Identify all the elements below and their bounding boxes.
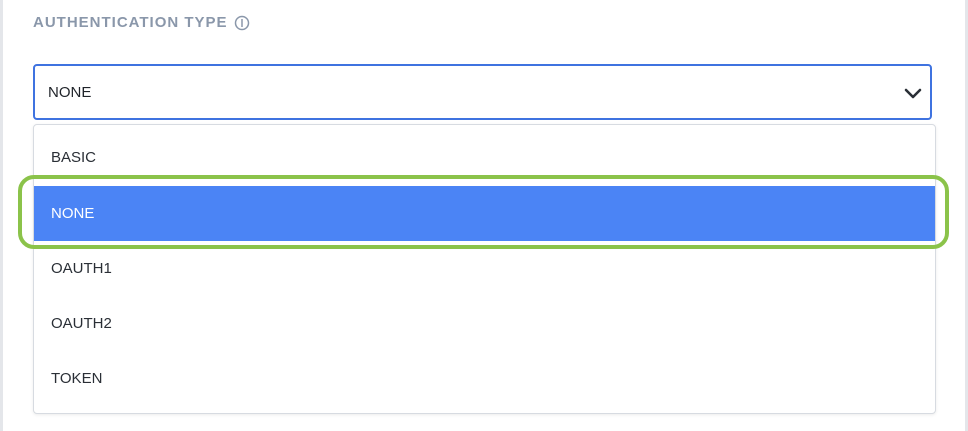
authentication-type-label: AUTHENTICATION TYPE bbox=[33, 14, 250, 31]
authentication-type-dropdown-menu: BASIC NONE OAUTH1 OAUTH2 TOKEN bbox=[33, 124, 936, 414]
option-label: OAUTH2 bbox=[51, 315, 112, 332]
chevron-down-icon[interactable] bbox=[903, 85, 923, 101]
option-none[interactable]: NONE bbox=[34, 186, 935, 241]
option-oauth2[interactable]: OAUTH2 bbox=[34, 296, 935, 351]
info-circle-icon[interactable] bbox=[234, 15, 250, 31]
option-label: BASIC bbox=[51, 149, 97, 166]
option-token[interactable]: TOKEN bbox=[34, 351, 935, 406]
option-label: TOKEN bbox=[51, 370, 103, 387]
option-oauth1[interactable]: OAUTH1 bbox=[34, 241, 935, 296]
authentication-type-label-text: AUTHENTICATION TYPE bbox=[33, 14, 228, 31]
authentication-type-select[interactable]: NONE bbox=[33, 64, 932, 120]
option-label: OAUTH1 bbox=[51, 260, 112, 277]
option-basic[interactable]: BASIC bbox=[34, 130, 935, 185]
panel-left-border bbox=[0, 0, 3, 431]
option-label: NONE bbox=[51, 205, 95, 222]
select-current-value: NONE bbox=[48, 83, 92, 101]
